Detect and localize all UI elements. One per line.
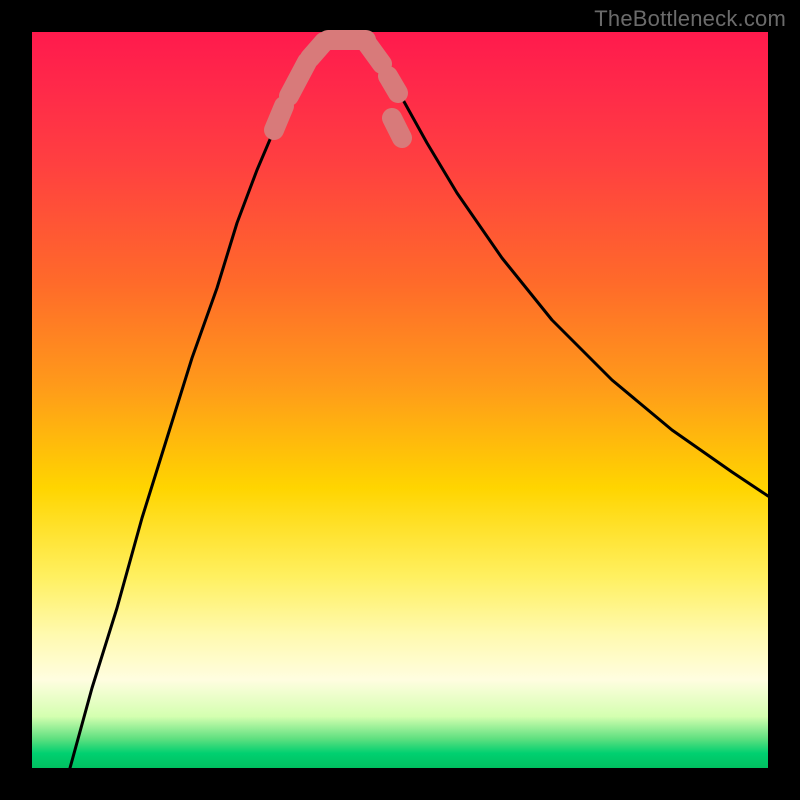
marker-left-seg-1 [274,106,284,130]
marker-left-seg-2 [289,62,307,96]
marker-layer [274,40,402,138]
marker-right-seg-1 [366,42,382,64]
marker-right-seg-2 [388,76,398,93]
marker-right-seg-3 [392,118,402,138]
watermark-text: TheBottleneck.com [594,6,786,32]
curve-svg [32,32,768,768]
curve-left-branch [70,38,330,768]
plot-area [32,32,768,768]
curve-right-branch [362,38,768,496]
curve-layer [70,36,768,768]
chart-frame: TheBottleneck.com [0,0,800,800]
